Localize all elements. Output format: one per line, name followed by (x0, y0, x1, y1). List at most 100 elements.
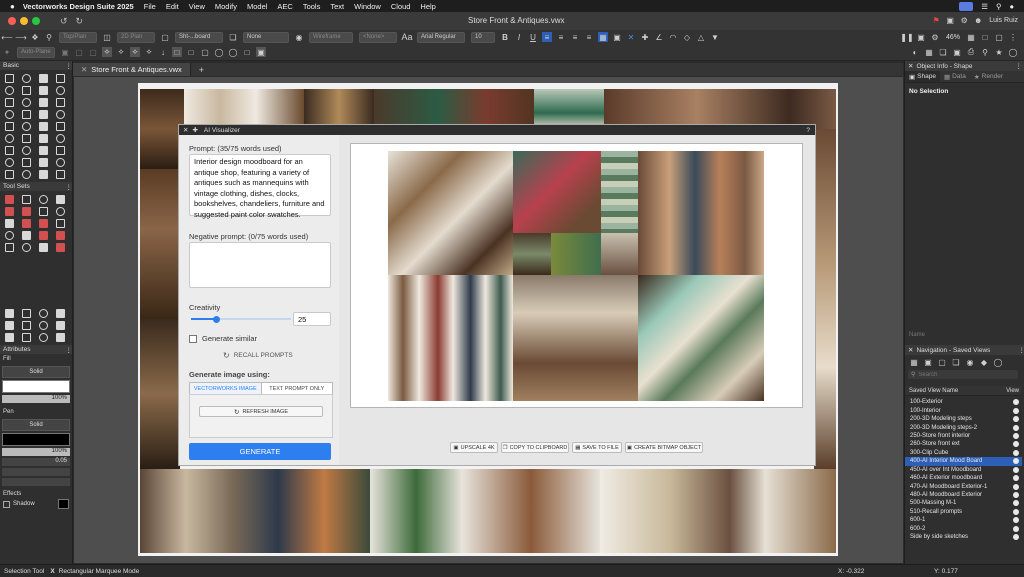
generate-similar-checkbox[interactable] (189, 334, 197, 343)
saved-view-eye-icon[interactable] (1013, 458, 1019, 465)
toolset-tool-icon[interactable] (38, 206, 48, 216)
render-dropdown[interactable]: Wireframe (309, 31, 353, 43)
menu-text[interactable]: Text (330, 2, 344, 11)
basic-tool-icon[interactable] (55, 145, 65, 155)
oip-close-icon[interactable]: ✕ (908, 63, 913, 70)
saved-view-row[interactable]: 300-Clip Cube (905, 449, 1022, 457)
object-info-header[interactable]: ✕ Object Info - Shape ⋮ (905, 61, 1024, 71)
basic-tool-icon[interactable] (55, 73, 65, 83)
new-tab-button[interactable]: + (199, 65, 204, 75)
basic-tool-icon[interactable] (55, 121, 65, 131)
toolset-tool-icon[interactable] (21, 230, 31, 240)
font-size-dropdown[interactable]: 10 (471, 31, 495, 43)
toolset-tool-icon[interactable] (4, 242, 14, 252)
saved-view-eye-icon[interactable] (1013, 500, 1019, 507)
bold-icon[interactable]: B (500, 32, 510, 42)
back-icon[interactable]: ↺ (60, 16, 68, 27)
toolset-tool-icon[interactable] (38, 332, 48, 342)
basic-tool-icon[interactable] (4, 121, 14, 131)
saved-view-eye-icon[interactable] (1013, 399, 1019, 406)
pause-icon[interactable]: ❚❚ (900, 32, 913, 42)
saved-view-eye-icon[interactable] (1013, 492, 1019, 499)
single-sel-icon[interactable]: □ (242, 47, 252, 57)
generated-image[interactable] (388, 151, 764, 401)
layers2-icon[interactable]: ▦ (924, 47, 934, 57)
saved-view-row[interactable]: 200-3D Modeling steps (905, 415, 1022, 423)
nav-camera-icon[interactable]: ◯ (993, 357, 1003, 367)
saved-view-row[interactable]: 100-Interior (905, 406, 1022, 414)
sheet-icon[interactable]: ▢ (160, 32, 170, 42)
saved-view-eye-icon[interactable] (1013, 525, 1019, 532)
toolset-tool-icon[interactable] (4, 332, 14, 342)
toolset-tool-icon[interactable] (38, 218, 48, 228)
projection-icon[interactable]: ◫ (102, 32, 112, 42)
toolset-tool-icon[interactable] (21, 206, 31, 216)
basic-tool-icon[interactable] (38, 73, 48, 83)
font-dropdown[interactable]: Arial Regular (417, 31, 465, 43)
toolset-tool-icon[interactable] (38, 242, 48, 252)
print-icon[interactable]: ⎙ (966, 47, 976, 57)
nav-sheet-icon[interactable]: ▢ (937, 357, 947, 367)
nav-view-icon[interactable]: ◉ (965, 357, 975, 367)
more-icon[interactable]: ⋮ (1008, 32, 1018, 42)
underline-icon[interactable]: U (528, 32, 538, 42)
search2-icon[interactable]: ⚲ (980, 47, 990, 57)
toolset-tool-icon[interactable] (21, 242, 31, 252)
basic-tool-icon[interactable] (38, 145, 48, 155)
render-icon[interactable]: ◉ (294, 32, 304, 42)
snap-angle-icon[interactable]: ∠ (654, 32, 664, 42)
saved-view-eye-icon[interactable] (1013, 407, 1019, 414)
text-size-icon[interactable]: Aa (402, 32, 413, 42)
basic-tool-icon[interactable] (55, 97, 65, 107)
saved-view-eye-icon[interactable] (1013, 483, 1019, 490)
control-center-icon[interactable]: ☰ (981, 2, 988, 11)
toolset-tool-icon[interactable] (4, 194, 14, 204)
nav-close-icon[interactable]: ✕ (908, 347, 913, 354)
tab-shape[interactable]: ▣ Shape (905, 71, 940, 82)
menu-file[interactable]: File (144, 2, 156, 11)
navigation-header[interactable]: ✕ Navigation - Saved Views ⋮ (905, 345, 1024, 355)
basic-tool-icon[interactable] (38, 157, 48, 167)
search-icon[interactable]: ⚲ (996, 2, 1002, 11)
toolset-tool-icon[interactable] (55, 242, 65, 252)
siri-icon[interactable]: ● (1009, 2, 1014, 11)
basic-tool-icon[interactable] (4, 169, 14, 179)
layers-icon[interactable]: ▣ (945, 15, 955, 25)
copy-to-clipboard-button[interactable]: ❐ COPY TO CLIPBOARD (501, 442, 569, 453)
basic-tool-icon[interactable] (55, 133, 65, 143)
window-sel-icon[interactable]: □ (172, 47, 182, 57)
tab-render[interactable]: ★ Render (970, 73, 1007, 81)
arrow-right-icon[interactable]: ⟶ (15, 32, 26, 42)
negative-prompt-textarea[interactable] (189, 242, 331, 288)
view-dropdown[interactable]: Top/Plan (59, 31, 97, 43)
resize-icon[interactable]: ↓ (158, 47, 168, 57)
basic-tool-icon[interactable] (4, 133, 14, 143)
toolset-tool-icon[interactable] (21, 332, 31, 342)
display-icon[interactable] (959, 1, 974, 11)
saved-view-row[interactable]: 480-AI Moodboard Exterior (905, 491, 1022, 499)
fit-icon[interactable]: ▣ (916, 32, 926, 42)
toolset-tool-icon[interactable] (4, 320, 14, 330)
arrow-left-icon[interactable]: ⟵ (1, 32, 12, 42)
creativity-slider-thumb[interactable] (212, 315, 220, 323)
basic-tool-icon[interactable] (38, 169, 48, 179)
rect-sel-icon[interactable]: ▢ (200, 47, 210, 57)
zoom-icon[interactable]: ⚲ (44, 32, 54, 42)
basic-tool-icon[interactable] (4, 157, 14, 167)
snap-object-icon[interactable]: ▣ (612, 32, 622, 42)
toolset-tool-icon[interactable] (21, 308, 31, 318)
recall-prompts-button[interactable]: ↻ RECALL PROMPTS (223, 351, 293, 360)
pen-style-dropdown[interactable]: Solid (2, 419, 70, 431)
basic-tool-icon[interactable] (21, 145, 31, 155)
toolset-tool-icon[interactable] (55, 320, 65, 330)
align-center-icon[interactable]: ≡ (556, 32, 566, 42)
nav-stack-icon[interactable]: ▣ (923, 357, 933, 367)
fill-color-swatch[interactable] (2, 380, 70, 393)
toolset-tool-icon[interactable] (21, 320, 31, 330)
marker-dropdown[interactable] (2, 478, 70, 486)
toolset-tool-icon[interactable] (4, 230, 14, 240)
auto-plane-dropdown[interactable]: Auto-Plane (17, 46, 55, 58)
shadow-checkbox[interactable] (3, 500, 10, 508)
shadow-swatch[interactable] (58, 499, 69, 509)
forward-icon[interactable]: ↻ (76, 16, 84, 27)
